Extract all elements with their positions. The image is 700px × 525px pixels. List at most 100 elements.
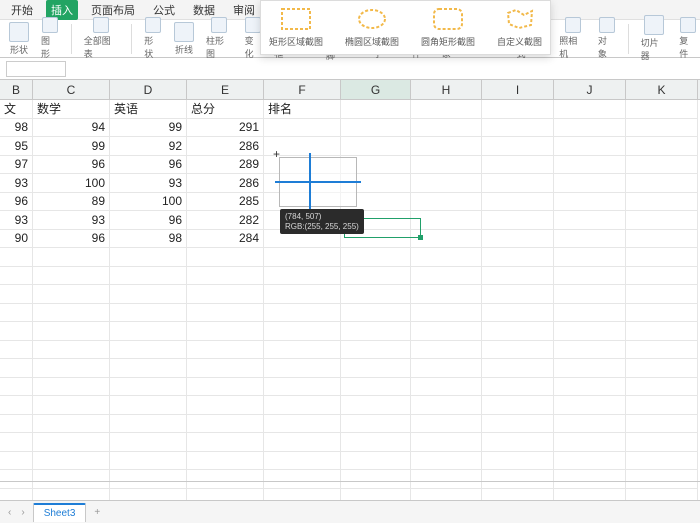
ribbon-group[interactable]: 形状 (6, 22, 32, 56)
cell[interactable] (33, 378, 110, 397)
cell[interactable]: 100 (33, 174, 110, 193)
cell[interactable] (341, 359, 411, 378)
cell[interactable]: 98 (110, 230, 187, 249)
sheet-tab-active[interactable]: Sheet3 (33, 503, 87, 522)
cell[interactable] (33, 452, 110, 471)
cell[interactable] (341, 248, 411, 267)
cell[interactable] (482, 341, 554, 360)
cell[interactable] (482, 285, 554, 304)
cell[interactable] (187, 470, 264, 489)
cell[interactable] (341, 174, 411, 193)
cell[interactable] (554, 341, 626, 360)
cell[interactable] (264, 452, 341, 471)
cell[interactable] (0, 341, 33, 360)
cell[interactable] (110, 378, 187, 397)
cell[interactable] (411, 470, 482, 489)
cell[interactable] (33, 341, 110, 360)
cell[interactable]: 289 (187, 156, 264, 175)
cell[interactable] (554, 267, 626, 286)
cell[interactable] (411, 322, 482, 341)
column-header[interactable]: C (33, 80, 110, 99)
cell[interactable]: 93 (0, 211, 33, 230)
cell[interactable]: 282 (187, 211, 264, 230)
cell[interactable] (0, 304, 33, 323)
cell[interactable] (626, 248, 698, 267)
cell[interactable] (187, 341, 264, 360)
cell[interactable]: 97 (0, 156, 33, 175)
cell[interactable] (554, 119, 626, 138)
cell[interactable] (554, 174, 626, 193)
cell[interactable] (0, 396, 33, 415)
cell[interactable] (411, 193, 482, 212)
cell[interactable]: 284 (187, 230, 264, 249)
rect-region-capture[interactable]: 矩形区域截图 (269, 5, 323, 48)
cell[interactable] (626, 470, 698, 489)
cell[interactable] (482, 248, 554, 267)
cell[interactable] (187, 248, 264, 267)
cell[interactable] (264, 285, 341, 304)
sheet-prev-icon[interactable]: ‹ (6, 507, 13, 518)
cell[interactable] (411, 415, 482, 434)
cell[interactable] (264, 378, 341, 397)
cell[interactable] (341, 156, 411, 175)
cell[interactable] (341, 285, 411, 304)
cell[interactable] (264, 341, 341, 360)
cell[interactable] (33, 359, 110, 378)
ribbon-group[interactable]: 对象 (595, 17, 619, 60)
cell[interactable] (411, 433, 482, 452)
cell[interactable] (110, 396, 187, 415)
cell[interactable] (482, 100, 554, 119)
cell[interactable] (482, 267, 554, 286)
cell[interactable] (264, 433, 341, 452)
ribbon-group[interactable]: 形状 (141, 17, 165, 60)
cell[interactable] (554, 452, 626, 471)
cell[interactable] (482, 322, 554, 341)
cell[interactable] (0, 415, 33, 434)
cell[interactable] (554, 156, 626, 175)
cell[interactable] (33, 285, 110, 304)
cell[interactable] (554, 211, 626, 230)
cell[interactable] (33, 470, 110, 489)
cell[interactable] (626, 415, 698, 434)
cell[interactable] (341, 322, 411, 341)
cell[interactable] (264, 396, 341, 415)
cell[interactable] (341, 415, 411, 434)
cell[interactable] (626, 211, 698, 230)
cell[interactable] (626, 322, 698, 341)
spreadsheet-grid[interactable]: 文数学英语总分排名9894992919599922869796962899310… (0, 100, 700, 507)
cell[interactable] (110, 470, 187, 489)
cell[interactable] (626, 359, 698, 378)
cell[interactable] (554, 193, 626, 212)
cell[interactable] (411, 156, 482, 175)
cell[interactable] (482, 193, 554, 212)
cell[interactable] (626, 193, 698, 212)
cell[interactable] (411, 174, 482, 193)
ellipse-region-capture[interactable]: 椭圆区域截图 (345, 5, 399, 48)
cell[interactable] (341, 378, 411, 397)
cell[interactable] (554, 396, 626, 415)
cell[interactable] (482, 396, 554, 415)
cell[interactable] (554, 100, 626, 119)
cell[interactable] (187, 285, 264, 304)
cell[interactable] (411, 378, 482, 397)
cell[interactable] (0, 285, 33, 304)
cell[interactable]: 285 (187, 193, 264, 212)
name-box[interactable] (6, 61, 66, 77)
cell[interactable]: 291 (187, 119, 264, 138)
cell[interactable] (187, 415, 264, 434)
cell[interactable] (626, 100, 698, 119)
cell[interactable] (110, 322, 187, 341)
cell[interactable] (264, 470, 341, 489)
ribbon-group[interactable]: 全部图表 (81, 17, 122, 60)
cell[interactable]: 总分 (187, 100, 264, 119)
column-header[interactable]: B (0, 80, 33, 99)
cell[interactable]: 96 (110, 211, 187, 230)
cell[interactable] (482, 137, 554, 156)
cell[interactable] (482, 156, 554, 175)
cell[interactable] (0, 359, 33, 378)
column-header[interactable]: D (110, 80, 187, 99)
cell[interactable] (554, 359, 626, 378)
cell[interactable] (411, 396, 482, 415)
cell[interactable] (33, 433, 110, 452)
cell[interactable] (411, 359, 482, 378)
